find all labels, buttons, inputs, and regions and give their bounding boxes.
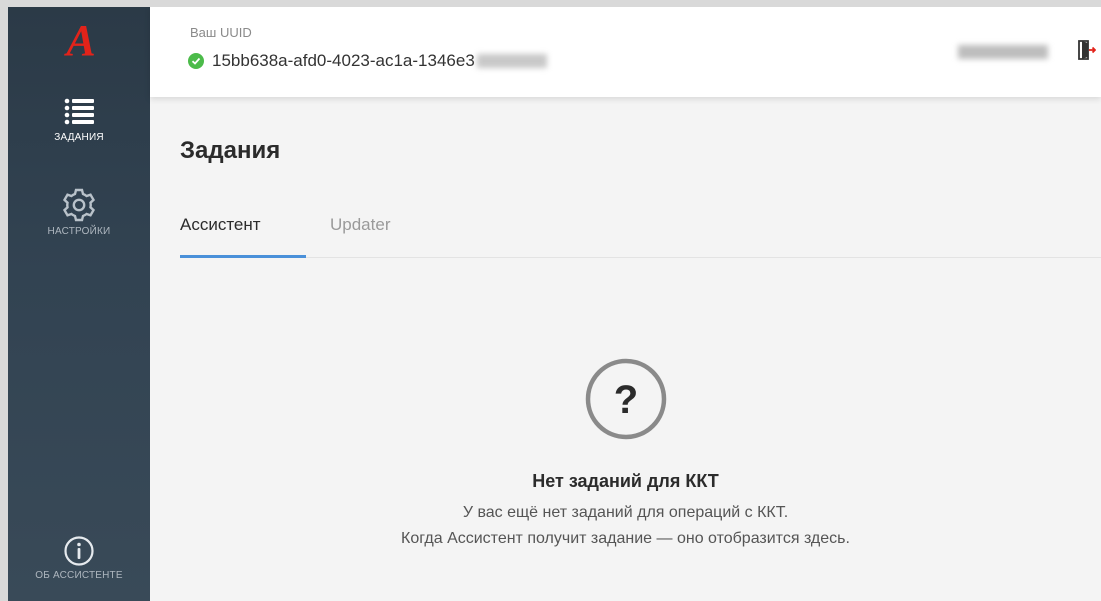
- logo-letter: A: [66, 16, 96, 65]
- svg-text:?: ?: [613, 378, 637, 422]
- question-circle-icon: ?: [585, 358, 666, 440]
- uuid-value[interactable]: 15bb638a-afd0-4023-ac1a-1346e3: [212, 51, 475, 71]
- empty-state-text-1: У вас ещё нет заданий для операций с ККТ…: [462, 504, 789, 521]
- sidebar-item-about[interactable]: ОБ АССИСТЕНТЕ: [8, 535, 150, 581]
- info-icon: [64, 536, 94, 566]
- check-circle-icon: [188, 53, 204, 69]
- sidebar-item-label: ОБ АССИСТЕНТЕ: [35, 570, 123, 581]
- page-title: Задания: [180, 137, 281, 164]
- empty-state-text-2: Когда Ассистент получит задание — оно от…: [401, 530, 850, 547]
- uuid-label: Ваш UUID: [190, 25, 252, 40]
- app-logo[interactable]: A: [58, 16, 104, 65]
- empty-state: ? Нет заданий для ККТ У вас ещё нет зада…: [150, 357, 1101, 548]
- active-tab-indicator: [180, 255, 306, 258]
- sidebar-item-settings[interactable]: НАСТРОЙКИ: [8, 187, 150, 237]
- uuid-row: 15bb638a-afd0-4023-ac1a-1346e3: [188, 51, 547, 71]
- sidebar-item-tasks[interactable]: ЗАДАНИЯ: [8, 95, 150, 143]
- uuid-redacted: [476, 54, 547, 68]
- gear-icon: [62, 188, 96, 222]
- sidebar-item-label: НАСТРОЙКИ: [47, 226, 111, 237]
- tab-assistant[interactable]: Ассистент: [180, 215, 261, 235]
- username-redacted: [958, 45, 1048, 59]
- tab-bar: Ассистент Updater: [180, 203, 1101, 258]
- empty-state-title: Нет заданий для ККТ: [532, 471, 719, 491]
- app-window: A ЗАДАНИЯ НАСТРОЙКИ ОБ АССИСТЕНТЕ Ваш UU…: [8, 7, 1101, 601]
- logout-icon[interactable]: [1076, 39, 1096, 61]
- list-icon: [64, 98, 94, 125]
- sidebar: A ЗАДАНИЯ НАСТРОЙКИ ОБ АССИСТЕНТЕ: [8, 7, 150, 601]
- sidebar-item-label: ЗАДАНИЯ: [54, 132, 104, 143]
- top-header: Ваш UUID 15bb638a-afd0-4023-ac1a-1346e3: [150, 7, 1101, 97]
- tab-updater[interactable]: Updater: [330, 215, 390, 235]
